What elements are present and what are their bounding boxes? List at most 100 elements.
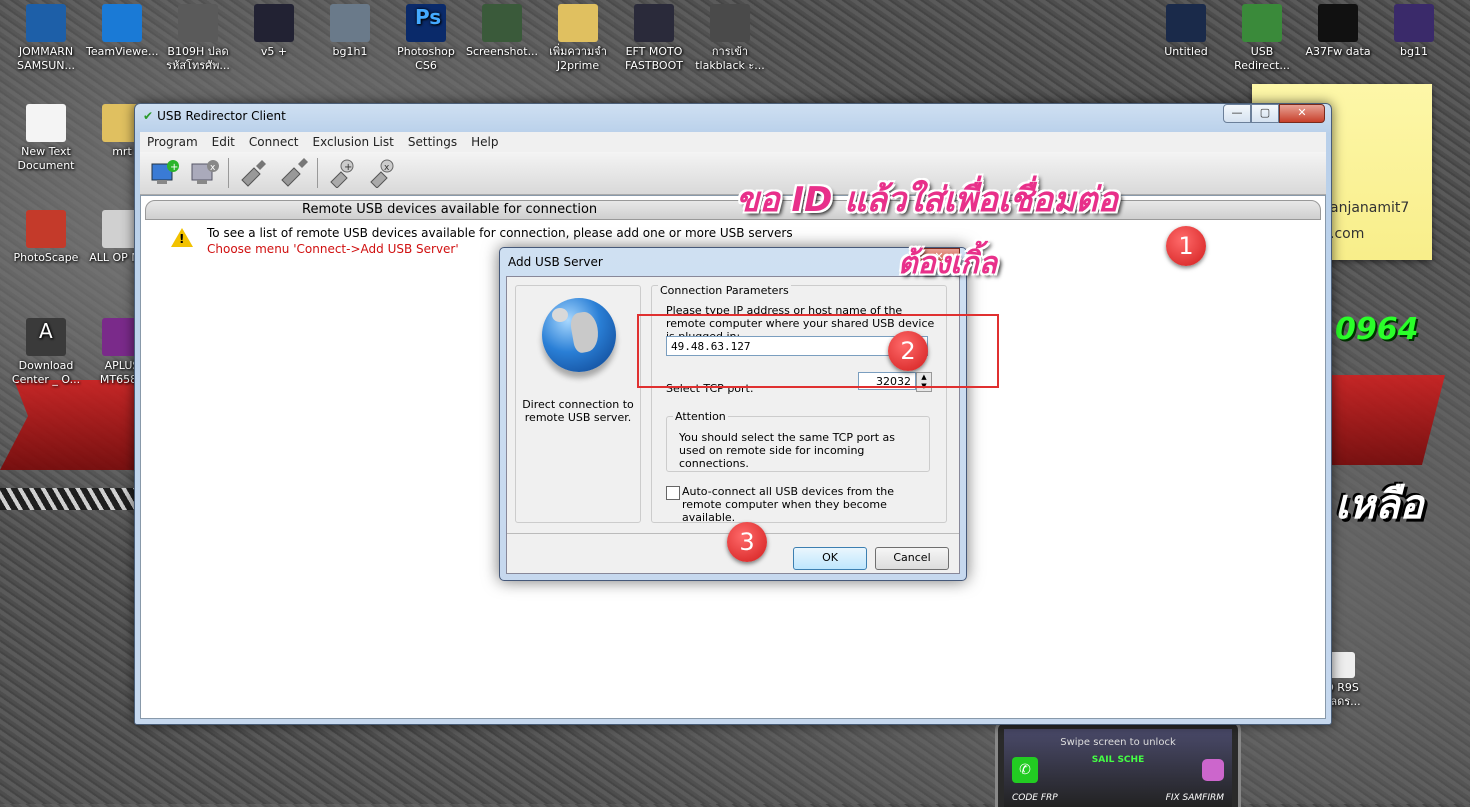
svg-text:+: + [170, 162, 178, 173]
maximize-button[interactable]: ▢ [1251, 104, 1279, 123]
annotation-number-2: 2 [888, 331, 928, 371]
svg-text:x: x [384, 163, 390, 173]
globe-icon [542, 298, 616, 372]
window-title: ✔ USB Redirector Client [143, 109, 286, 123]
sticky-text-1: anjanamit7 [1330, 200, 1410, 216]
menu-program[interactable]: Program [140, 135, 205, 149]
desktop-icon-top-13[interactable]: bg11 [1378, 4, 1450, 59]
info-message: To see a list of remote USB devices avai… [207, 226, 793, 240]
ok-button[interactable]: OK [793, 547, 867, 570]
remove-server-button[interactable]: x [188, 157, 220, 189]
group-title: Connection Parameters [658, 284, 791, 297]
camera-icon [1202, 759, 1224, 781]
desktop-icon-top-6[interactable]: Screenshot... [466, 4, 538, 59]
phone-code-frp: CODE FRP [1012, 793, 1058, 803]
usb-plug-icon [241, 160, 266, 187]
window-controls: — ▢ ✕ [1223, 104, 1325, 123]
disconnect-button[interactable] [277, 157, 309, 189]
phone-call-icon: ✆ [1012, 757, 1038, 783]
remove-device-button[interactable]: x [366, 157, 398, 189]
annotation-highlight-box [637, 314, 999, 388]
desktop-icon-top-0[interactable]: JOMMARN SAMSUN... [10, 4, 82, 73]
desktop-icon-left-0[interactable]: New Text Document [10, 104, 82, 173]
desktop-icon-top-12[interactable]: A37Fw data [1302, 4, 1374, 59]
app-icon [178, 4, 218, 42]
photoshop-glyph: Ps [415, 5, 442, 29]
app-icon [558, 4, 598, 42]
menu-settings[interactable]: Settings [401, 135, 464, 149]
app-icon [1166, 4, 1206, 42]
app-icon [710, 4, 750, 42]
toolbar-separator [317, 158, 318, 188]
sticky-text-2: .com [1330, 226, 1365, 242]
hint-message: Choose menu 'Connect->Add USB Server' [207, 242, 459, 256]
svg-text:+: + [344, 162, 352, 173]
app-check-icon: ✔ [143, 109, 154, 123]
phone-screen: Swipe screen to unlock SAIL SCHE ✆ CODE … [1004, 729, 1232, 807]
phone-image: Swipe screen to unlock SAIL SCHE ✆ CODE … [995, 720, 1241, 807]
toolbar-separator [228, 158, 229, 188]
annotation-sub: ต้องเกิ้ล [898, 246, 997, 281]
remove-device-icon: x [370, 159, 394, 188]
desktop-icon-top-10[interactable]: Untitled [1150, 4, 1222, 59]
wallpaper-art-left [0, 380, 140, 470]
app-icon [482, 4, 522, 42]
minimize-button[interactable]: — [1223, 104, 1251, 123]
close-button[interactable]: ✕ [1279, 104, 1325, 123]
app-icon [634, 4, 674, 42]
app-icon [330, 4, 370, 42]
desktop-icon-top-2[interactable]: B109H ปลด รหัสโทรศัพ... [162, 4, 234, 73]
phone-fix-samfirm: FIX SAMFIRM [1165, 793, 1224, 803]
file-icon [1329, 652, 1355, 678]
annotation-instruction: ขอ ID แล้วใส่เพื่อเชื่อมต่อ [736, 180, 1118, 220]
app-icon [26, 4, 66, 42]
wallpaper-art-right [1330, 375, 1445, 465]
app-icon [26, 210, 66, 248]
usb-unplug-icon [281, 158, 308, 187]
menu-exclusion-list[interactable]: Exclusion List [306, 135, 401, 149]
desktop-icon-top-3[interactable]: v5 + [238, 4, 310, 59]
desktop-icon-top-9[interactable]: การเข้า tlakblack ะ... [694, 4, 766, 73]
auto-connect-checkbox[interactable] [666, 486, 680, 500]
menu-bar: Program Edit Connect Exclusion List Sett… [140, 132, 1326, 152]
annotation-number-1: 1 [1166, 226, 1206, 266]
annotation-number-3: 3 [727, 522, 767, 562]
cancel-button[interactable]: Cancel [875, 547, 949, 570]
menu-help[interactable]: Help [464, 135, 505, 149]
svg-text:x: x [210, 163, 216, 173]
app-icon [1394, 4, 1434, 42]
desktop-icon-top-11[interactable]: USB Redirect... [1226, 4, 1298, 73]
add-server-button[interactable]: + [148, 157, 180, 189]
wallpaper-stripe [0, 488, 140, 510]
desktop-icon-top-7[interactable]: เพิ่มความจำ J2prime [542, 4, 614, 73]
menu-edit[interactable]: Edit [205, 135, 242, 149]
app-icon [102, 4, 142, 42]
desktop-icon-top-1[interactable]: TeamViewe... [86, 4, 158, 59]
add-server-icon: + [151, 160, 179, 184]
menu-connect[interactable]: Connect [242, 135, 306, 149]
app-icon [254, 4, 294, 42]
add-device-button[interactable]: + [326, 157, 358, 189]
attention-title: Attention [673, 410, 728, 423]
app-icon [26, 104, 66, 142]
remove-server-icon: x [191, 160, 219, 184]
wallpaper-number: 0964 [1335, 312, 1419, 347]
toolbar: + x + x [140, 152, 1326, 195]
desktop-icon-left-2[interactable]: PhotoScape [10, 210, 82, 265]
dialog-title: Add USB Server [508, 255, 603, 269]
auto-connect-label[interactable]: Auto-connect all USB devices from the re… [682, 485, 932, 524]
attention-group: Attention You should select the same TCP… [666, 410, 930, 472]
add-device-icon: + [330, 159, 354, 188]
desktop-icon-top-4[interactable]: bg1h1 [314, 4, 386, 59]
tab-remote-usb-devices[interactable]: Remote USB devices available for connect… [145, 200, 1321, 220]
connection-type-label: Direct connection to remote USB server. [522, 398, 634, 424]
desktop-icon-left-4[interactable]: Download Center _ O... A [10, 318, 82, 387]
app-icon [1242, 4, 1282, 42]
phone-sub-text: SAIL SCHE [1091, 755, 1145, 765]
desktop-icon-top-8[interactable]: EFT MOTO FASTBOOT [618, 4, 690, 73]
attention-text: You should select the same TCP port as u… [679, 431, 895, 470]
phone-swipe-text: Swipe screen to unlock [1060, 737, 1176, 748]
connect-button[interactable] [237, 157, 269, 189]
desktop-icon-top-5[interactable]: Photoshop CS6 Ps [390, 4, 462, 73]
warning-exclamation: ! [179, 232, 185, 246]
